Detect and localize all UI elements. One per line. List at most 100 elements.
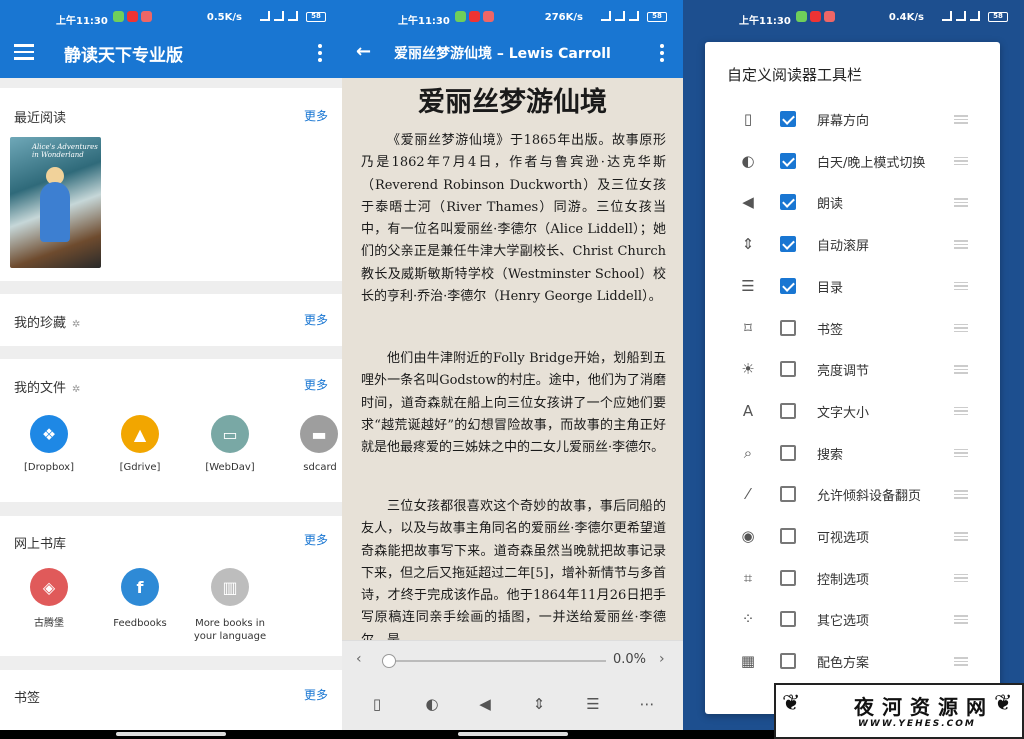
option-checkbox[interactable] bbox=[780, 194, 796, 211]
drag-handle-icon[interactable] bbox=[954, 240, 968, 251]
toolbar-option-row[interactable]: ◐ 白天/晚上模式切换 bbox=[705, 140, 1000, 182]
drag-handle-icon[interactable] bbox=[954, 406, 968, 418]
more-link[interactable]: 更多 bbox=[304, 376, 328, 393]
progress-thumb[interactable] bbox=[382, 654, 396, 668]
folder-icon[interactable]: ▬ bbox=[300, 415, 338, 453]
file-source-label[interactable]: [WebDav] bbox=[185, 461, 275, 474]
back-arrow-icon[interactable]: ← bbox=[356, 41, 371, 62]
drag-handle-icon[interactable] bbox=[954, 323, 968, 335]
signal-icon bbox=[615, 11, 625, 21]
option-label: 其它选项 bbox=[817, 614, 870, 630]
option-label: 屏幕方向 bbox=[817, 114, 870, 129]
gdrive-icon[interactable]: ▲ bbox=[121, 415, 159, 453]
toolbar-option-row[interactable]: ▦ 配色方案 bbox=[705, 640, 1000, 682]
more-link[interactable]: 更多 bbox=[304, 107, 328, 124]
drag-handle-icon[interactable] bbox=[954, 156, 968, 168]
menu-icon[interactable] bbox=[14, 44, 34, 64]
day-night-icon: ◐ bbox=[741, 151, 755, 170]
gear-icon[interactable]: ✲ bbox=[72, 319, 80, 330]
screen-rotation-icon[interactable]: ▯ bbox=[366, 693, 388, 715]
option-checkbox[interactable] bbox=[780, 444, 796, 461]
drag-handle-icon[interactable] bbox=[954, 573, 968, 585]
reader-title: 爱丽丝梦游仙境 – Lewis Carroll bbox=[394, 46, 611, 62]
list-icon[interactable]: ☰ bbox=[582, 693, 604, 715]
toolbar-option-row[interactable]: ☀ 亮度调节 bbox=[705, 348, 1000, 390]
option-checkbox[interactable] bbox=[780, 569, 796, 586]
option-checkbox[interactable] bbox=[780, 611, 796, 628]
toolbar-option-row[interactable]: ⌑ 书签 bbox=[705, 307, 1000, 349]
gutenberg-icon[interactable]: ◈ bbox=[30, 568, 68, 606]
drag-handle-icon[interactable] bbox=[954, 490, 968, 501]
toolbar-option-row[interactable]: ⇕ 自动滚屏 bbox=[705, 223, 1000, 265]
drag-handle-icon[interactable] bbox=[954, 281, 968, 293]
network-rate: 0.5K/s bbox=[206, 12, 242, 23]
home-indicator[interactable] bbox=[116, 732, 226, 736]
online-source-label[interactable]: More books in your language bbox=[185, 617, 275, 643]
online-source-label[interactable]: Feedbooks bbox=[95, 617, 185, 630]
overflow-menu-icon[interactable] bbox=[318, 44, 322, 65]
section-title: 网上书库 bbox=[14, 537, 67, 552]
drag-handle-icon[interactable] bbox=[954, 365, 968, 376]
option-label: 控制选项 bbox=[817, 572, 870, 588]
open-book-icon[interactable]: ▥ bbox=[211, 568, 249, 606]
auto-scroll-icon[interactable]: ⇕ bbox=[528, 693, 550, 715]
more-horizontal-icon[interactable]: ⋯ bbox=[636, 693, 658, 715]
book-cover[interactable]: Alice's Adventures in Wonderland bbox=[10, 137, 101, 268]
next-chapter-icon[interactable]: › bbox=[659, 651, 665, 667]
drag-handle-icon[interactable] bbox=[954, 657, 968, 668]
option-checkbox[interactable] bbox=[780, 277, 796, 294]
day-night-icon[interactable]: ◐ bbox=[421, 693, 443, 715]
drag-handle-icon[interactable] bbox=[954, 532, 968, 543]
toolbar-option-row[interactable]: ⁄ 允许倾斜设备翻页 bbox=[705, 473, 1000, 515]
file-source-label[interactable]: [Dropbox] bbox=[4, 461, 94, 474]
file-source-label[interactable]: sdcard bbox=[275, 461, 342, 474]
drag-handle-icon[interactable] bbox=[954, 615, 968, 626]
option-checkbox[interactable] bbox=[780, 319, 796, 336]
drag-handle-icon[interactable] bbox=[954, 198, 968, 209]
previous-chapter-icon[interactable]: ‹ bbox=[356, 651, 362, 667]
speaker-icon[interactable]: ◀ bbox=[474, 693, 496, 715]
toolbar-option-row[interactable]: ⌗ 控制选项 bbox=[705, 557, 1000, 599]
gear-icon[interactable]: ✲ bbox=[72, 384, 80, 395]
book-page[interactable]: 爱丽丝梦游仙境 《爱丽丝梦游仙境》于1865年出版。故事原形乃是1862年7月4… bbox=[342, 78, 683, 640]
book-paragraph: 他们由牛津附近的Folly Bridge开始，划船到五哩外一条名叫Godstow… bbox=[361, 351, 666, 456]
option-checkbox[interactable] bbox=[780, 653, 796, 670]
reader-app-bar: 上午11:30 276K/s 58 ← 爱丽丝梦游仙境 – Lewis Carr… bbox=[342, 0, 683, 78]
signal-icons bbox=[942, 11, 980, 21]
option-checkbox[interactable] bbox=[780, 361, 796, 378]
more-link[interactable]: 更多 bbox=[304, 686, 328, 703]
toolbar-option-row[interactable]: ⌕ 搜索 bbox=[705, 432, 1000, 474]
watermark-url: WWW.YEHES.COM bbox=[858, 719, 976, 729]
drag-handle-icon[interactable] bbox=[954, 448, 968, 460]
home-indicator[interactable] bbox=[458, 732, 568, 736]
file-source-label[interactable]: [Gdrive] bbox=[95, 461, 185, 474]
favorites-card: 我的珍藏 ✲ 更多 bbox=[0, 294, 342, 346]
overflow-menu-icon[interactable] bbox=[660, 44, 664, 65]
online-source-label[interactable]: 古腾堡 bbox=[4, 617, 94, 630]
library-app-bar: 上午11:30 0.5K/s 58 静读天下专业版 bbox=[0, 0, 342, 78]
progress-track[interactable] bbox=[388, 660, 606, 662]
more-link[interactable]: 更多 bbox=[304, 311, 328, 328]
color-scheme-icon: ▦ bbox=[740, 652, 756, 671]
app-badge-icon bbox=[483, 11, 494, 22]
more-link[interactable]: 更多 bbox=[304, 531, 328, 548]
option-checkbox[interactable] bbox=[780, 486, 796, 503]
toolbar-option-row[interactable]: ◉ 可视选项 bbox=[705, 515, 1000, 557]
auto-scroll-icon: ⇕ bbox=[741, 235, 755, 254]
option-checkbox[interactable] bbox=[780, 236, 796, 253]
feedbooks-icon[interactable]: f bbox=[121, 568, 159, 606]
option-checkbox[interactable] bbox=[780, 528, 796, 544]
webdav-icon[interactable]: ▭ bbox=[211, 415, 249, 453]
toolbar-option-row[interactable]: ▯ 屏幕方向 bbox=[705, 98, 1000, 140]
option-checkbox[interactable] bbox=[780, 111, 796, 127]
book-paragraph: 三位女孩都很喜欢这个奇妙的故事，事后同船的友人，以及与故事主角同名的爱丽丝·李德… bbox=[361, 499, 666, 640]
option-checkbox[interactable] bbox=[780, 152, 796, 169]
toolbar-option-row[interactable]: A 文字大小 bbox=[705, 390, 1000, 432]
toolbar-option-row[interactable]: ◀ 朗读 bbox=[705, 181, 1000, 223]
toolbar-option-row[interactable]: ⁘ 其它选项 bbox=[705, 598, 1000, 640]
option-checkbox[interactable] bbox=[780, 402, 796, 419]
toolbar-option-row[interactable]: ☰ 目录 bbox=[705, 265, 1000, 307]
drag-handle-icon[interactable] bbox=[954, 115, 968, 126]
dropbox-icon[interactable]: ❖ bbox=[30, 415, 68, 453]
option-label: 配色方案 bbox=[817, 656, 870, 672]
